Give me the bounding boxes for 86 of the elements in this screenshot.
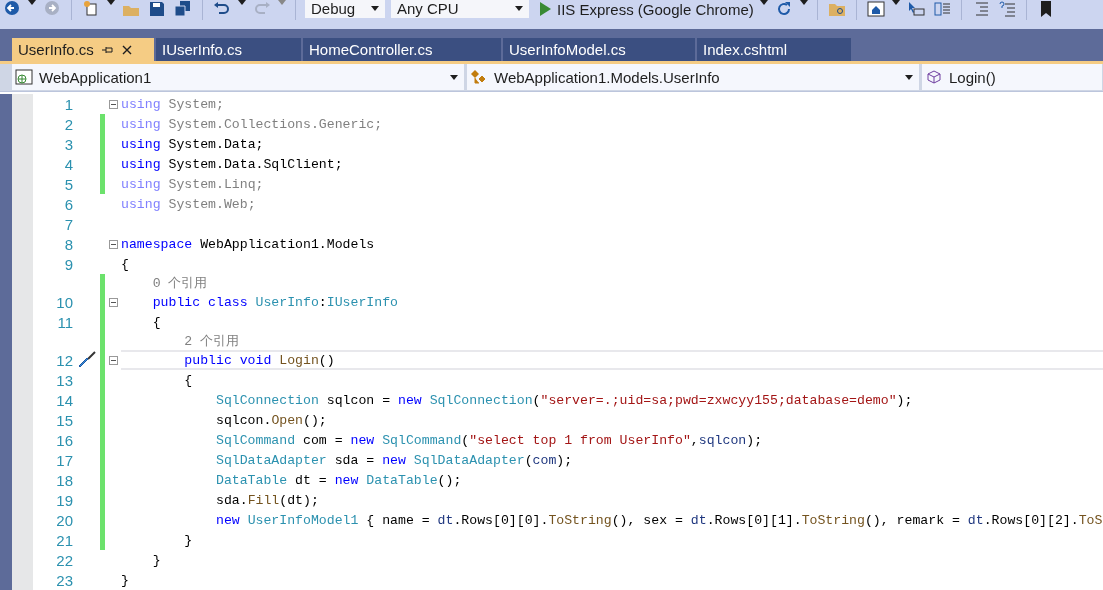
code-line: using System.Data;	[121, 136, 264, 152]
collapse-icon[interactable]	[108, 99, 118, 109]
code-line: }	[151, 552, 161, 568]
line-number: 3	[63, 135, 73, 153]
code-line: using System.Linq;	[121, 176, 264, 192]
code-line: namespace WebApplication1.Models	[121, 236, 375, 252]
save-icon[interactable]	[147, 0, 167, 18]
pin-icon[interactable]	[101, 44, 114, 55]
code-line: new UserInfoModel1 { name = dt.Rows[0][0].ToString(), sex = dt.Rows[0][1].ToString(), remark = dt.Rows[0][2].ToS	[214, 512, 1103, 528]
line-number: 19	[55, 491, 73, 509]
line-number: 9	[63, 255, 73, 273]
line-number: 4	[63, 155, 73, 173]
line-number: 16	[55, 431, 73, 449]
line-number: 17	[55, 451, 73, 469]
collapse-icon[interactable]	[108, 297, 118, 307]
close-icon[interactable]	[121, 44, 132, 55]
reference-count[interactable]: 0 个引用	[121, 274, 1103, 292]
file-tab[interactable]: Index.cshtml	[697, 38, 851, 62]
line-number: 23	[55, 571, 73, 589]
caret-icon	[28, 0, 36, 5]
file-tab[interactable]: UserInfoModel.cs	[503, 38, 695, 62]
caret-icon	[107, 0, 115, 5]
line-number: 18	[55, 471, 73, 489]
code-line: using System.Data.SqlClient;	[121, 156, 343, 172]
member-dropdown[interactable]: Login()	[922, 64, 1102, 90]
cube-icon	[925, 69, 943, 85]
caret-icon	[891, 0, 900, 5]
file-tab[interactable]: HomeController.cs	[303, 38, 501, 62]
line-number: 14	[55, 391, 73, 409]
line-number: 22	[55, 551, 73, 569]
code-line: {	[151, 314, 161, 330]
screwdriver-icon[interactable]	[77, 351, 96, 369]
project-dropdown[interactable]: WebApplication1	[12, 64, 464, 90]
line-number: 5	[63, 175, 73, 193]
line-number: 2	[63, 115, 73, 133]
play-icon	[539, 2, 551, 16]
caret-icon	[905, 74, 913, 80]
code-line: public void Login()	[183, 352, 335, 368]
code-line: {	[121, 256, 129, 272]
caret-icon	[799, 0, 808, 5]
code-line: public class UserInfo:IUserInfo	[151, 294, 398, 310]
back-icon[interactable]	[2, 0, 22, 18]
caret-icon	[450, 74, 458, 80]
caret-icon	[238, 0, 246, 5]
caret-icon	[278, 0, 286, 5]
type-dropdown[interactable]: WebApplication1.Models.UserInfo	[467, 64, 919, 90]
collapse-icon[interactable]	[108, 355, 118, 365]
line-number: 6	[63, 195, 73, 213]
line-number: 20	[55, 511, 73, 529]
code-line: DataTable dt = new DataTable();	[214, 472, 462, 488]
code-line: }	[183, 532, 193, 548]
comment-icon[interactable]	[996, 0, 1017, 18]
line-number: 1	[63, 95, 73, 113]
code-line: sda.Fill(dt);	[214, 492, 319, 508]
platform-dropdown[interactable]: Any CPU	[391, 0, 529, 18]
code-line: SqlConnection sqlcon = new SqlConnection("server=.;uid=sa;pwd=zxwcyy155;database=demo");	[214, 392, 913, 408]
code-line: sqlcon.Open();	[214, 412, 327, 428]
code-line: }	[121, 572, 129, 588]
code-line: using System.Collections.Generic;	[121, 116, 383, 132]
line-number: 7	[63, 215, 73, 233]
class-icon	[470, 69, 488, 85]
line-number: 10	[55, 293, 73, 311]
save-all-icon[interactable]	[173, 0, 193, 18]
collapse-icon[interactable]	[108, 239, 118, 249]
line-number: 21	[55, 531, 73, 549]
line-number: 12	[55, 351, 73, 369]
globe-window-icon	[15, 69, 33, 85]
run-button[interactable]: IIS Express (Google Chrome)	[539, 0, 754, 18]
code-line: using System;	[121, 96, 224, 112]
code-line: SqlCommand com = new SqlCommand("select top 1 from UserInfo",sqlcon);	[214, 432, 763, 448]
caret-icon	[515, 5, 523, 11]
home-window-icon[interactable]	[865, 0, 886, 18]
code-line: SqlDataAdapter sda = new SqlDataAdapter(com);	[214, 452, 573, 468]
split-icon[interactable]	[931, 0, 952, 18]
configuration-dropdown[interactable]: Debug	[305, 0, 385, 18]
file-tab[interactable]: IUserInfo.cs	[156, 38, 301, 62]
line-number: 13	[55, 371, 73, 389]
line-number: 15	[55, 411, 73, 429]
caret-icon	[759, 0, 768, 5]
file-tab[interactable]: UserInfo.cs	[12, 38, 154, 62]
code-line: {	[183, 372, 193, 388]
line-number: 8	[63, 235, 73, 253]
reference-count[interactable]: 2 个引用	[121, 332, 1103, 350]
code-line: using System.Web;	[121, 196, 256, 212]
caret-icon	[371, 5, 379, 11]
line-number: 11	[56, 313, 73, 331]
